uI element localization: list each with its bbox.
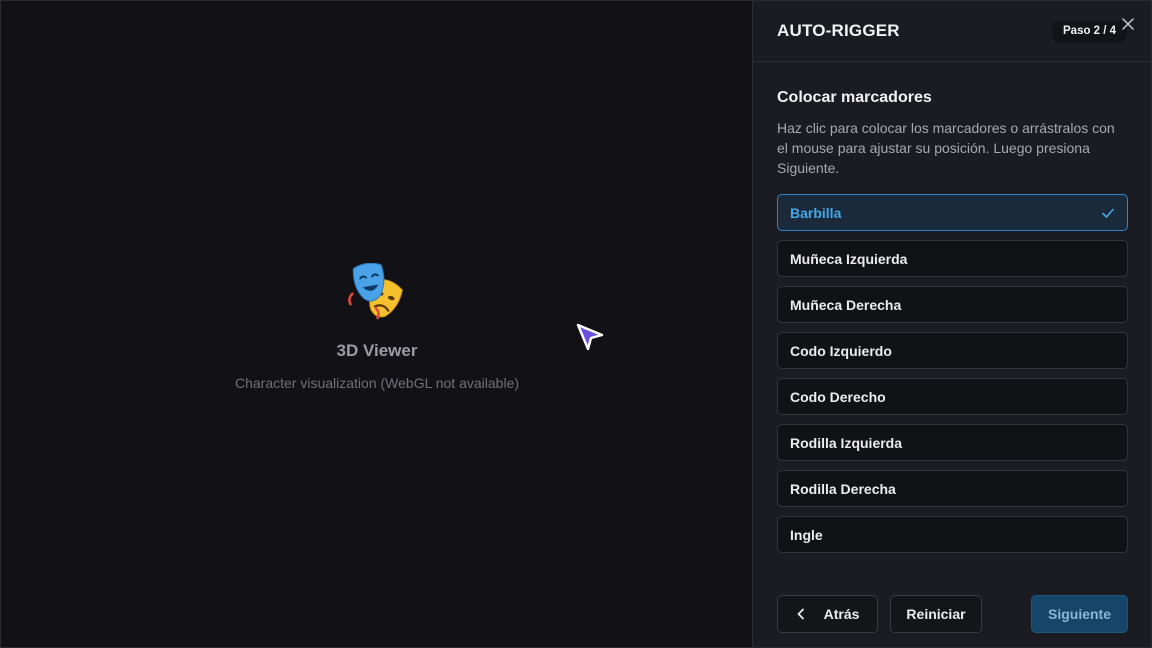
marker-list: Barbilla Muñeca Izquierda Muñeca Derecha… — [777, 194, 1128, 553]
marker-label: Ingle — [790, 526, 823, 543]
close-icon[interactable] — [1120, 16, 1136, 32]
viewer-canvas[interactable]: 3D Viewer Character visualization (WebGL… — [0, 0, 752, 648]
app: 3D Viewer Character visualization (WebGL… — [0, 0, 1152, 648]
viewer-title: 3D Viewer — [336, 341, 418, 360]
next-button[interactable]: Siguiente — [1031, 595, 1128, 633]
chevron-left-icon — [797, 608, 804, 620]
marker-item-rodilla-derecha[interactable]: Rodilla Derecha — [777, 470, 1128, 507]
reset-button[interactable]: Reiniciar — [890, 595, 982, 633]
marker-item-muneca-derecha[interactable]: Muñeca Derecha — [777, 286, 1128, 323]
marker-label: Rodilla Izquierda — [790, 434, 903, 451]
marker-item-ingle[interactable]: Ingle — [777, 516, 1128, 553]
marker-label: Muñeca Derecha — [790, 296, 902, 313]
performing-arts-masks-icon — [348, 263, 403, 320]
panel-title: AUTO-RIGGER — [777, 21, 900, 40]
section-description: Haz clic para colocar los marcadores o a… — [777, 120, 1115, 176]
reset-button-label: Reiniciar — [906, 606, 966, 622]
auto-rigger-panel: AUTO-RIGGER Paso 2 / 4 Colocar marcadore… — [752, 0, 1152, 648]
marker-item-muneca-izquierda[interactable]: Muñeca Izquierda — [777, 240, 1128, 277]
viewer-subtitle: Character visualization (WebGL not avail… — [234, 375, 520, 391]
marker-label: Codo Derecho — [790, 388, 886, 405]
marker-label: Rodilla Derecha — [790, 480, 896, 497]
next-button-label: Siguiente — [1047, 606, 1111, 622]
check-icon — [1102, 208, 1114, 218]
panel-header: AUTO-RIGGER Paso 2 / 4 — [753, 1, 1151, 62]
marker-label: Muñeca Izquierda — [790, 250, 908, 267]
viewer-placeholder: 3D Viewer Character visualization (WebGL… — [1, 263, 753, 391]
marker-item-codo-derecho[interactable]: Codo Derecho — [777, 378, 1128, 415]
mouse-pointer-icon — [576, 323, 604, 351]
back-button[interactable]: Atrás — [777, 595, 878, 633]
marker-item-codo-izquierdo[interactable]: Codo Izquierdo — [777, 332, 1128, 369]
back-button-label: Atrás — [823, 606, 860, 622]
step-badge: Paso 2 / 4 — [1052, 21, 1128, 42]
marker-item-barbilla[interactable]: Barbilla — [777, 194, 1128, 231]
marker-label: Barbilla — [790, 204, 842, 221]
marker-item-rodilla-izquierda[interactable]: Rodilla Izquierda — [777, 424, 1128, 461]
marker-label: Codo Izquierdo — [790, 342, 892, 359]
section-title: Colocar marcadores — [777, 89, 932, 106]
